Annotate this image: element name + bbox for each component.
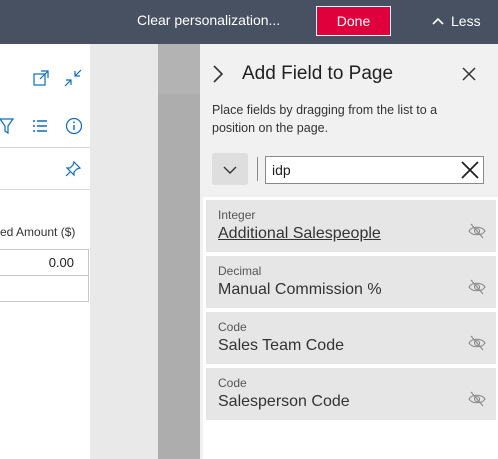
divider xyxy=(0,147,90,148)
pane-help-text: Place fields by dragging from the list t… xyxy=(212,103,438,135)
list-icon[interactable] xyxy=(32,119,48,133)
field-item-manual-commission[interactable]: Decimal Manual Commission % xyxy=(206,256,496,308)
eye-hidden-icon[interactable] xyxy=(468,222,486,240)
field-item-sales-team-code[interactable]: Code Sales Team Code xyxy=(206,312,496,364)
field-name: Sales Team Code xyxy=(218,337,344,354)
filter-dropdown-button[interactable] xyxy=(212,153,248,185)
amount-label: ed Amount ($) xyxy=(0,225,76,239)
page-overlay xyxy=(90,44,200,459)
field-list: Integer Additional Salespeople Decimal M… xyxy=(203,197,498,459)
divider xyxy=(0,189,90,190)
less-button[interactable]: Less xyxy=(432,11,481,31)
field-type: Code xyxy=(218,376,247,390)
add-field-pane: Add Field to Page Place fields by draggi… xyxy=(200,44,498,459)
chevron-right-icon[interactable] xyxy=(210,63,226,85)
chevron-down-icon xyxy=(223,166,237,174)
info-icon[interactable] xyxy=(65,117,83,135)
overlay-shade xyxy=(158,94,200,459)
collapse-icon[interactable] xyxy=(64,69,82,87)
eye-hidden-icon[interactable] xyxy=(468,390,486,408)
field-name: Additional Salespeople xyxy=(218,225,381,242)
separator xyxy=(257,157,258,181)
filter-icon[interactable] xyxy=(0,118,14,134)
page-card: ed Amount ($) 0.00 xyxy=(0,44,90,459)
popout-icon[interactable] xyxy=(33,70,49,86)
close-icon[interactable] xyxy=(461,66,477,82)
field-type: Code xyxy=(218,320,247,334)
clear-personalization-link[interactable]: Clear personalization... xyxy=(137,12,280,28)
done-button[interactable]: Done xyxy=(316,6,391,36)
amount-field[interactable]: 0.00 xyxy=(0,249,89,276)
pin-icon[interactable] xyxy=(64,160,82,178)
pane-title: Add Field to Page xyxy=(242,63,394,84)
eye-hidden-icon[interactable] xyxy=(468,334,486,352)
personalization-bar: Clear personalization... Done Less xyxy=(0,0,498,44)
field-type: Decimal xyxy=(218,264,262,278)
chevron-up-icon xyxy=(432,17,444,25)
field-item-additional-salespeople[interactable]: Integer Additional Salespeople xyxy=(206,200,496,252)
field-item-salesperson-code[interactable]: Code Salesperson Code xyxy=(206,368,496,420)
eye-hidden-icon[interactable] xyxy=(468,278,486,296)
clear-search-icon[interactable] xyxy=(460,160,480,180)
field-name: Salesperson Code xyxy=(218,393,350,410)
field-name: Manual Commission % xyxy=(218,281,382,298)
search-input[interactable] xyxy=(265,156,484,184)
empty-field[interactable] xyxy=(0,275,89,302)
less-label: Less xyxy=(451,13,481,29)
field-type: Integer xyxy=(218,208,256,222)
